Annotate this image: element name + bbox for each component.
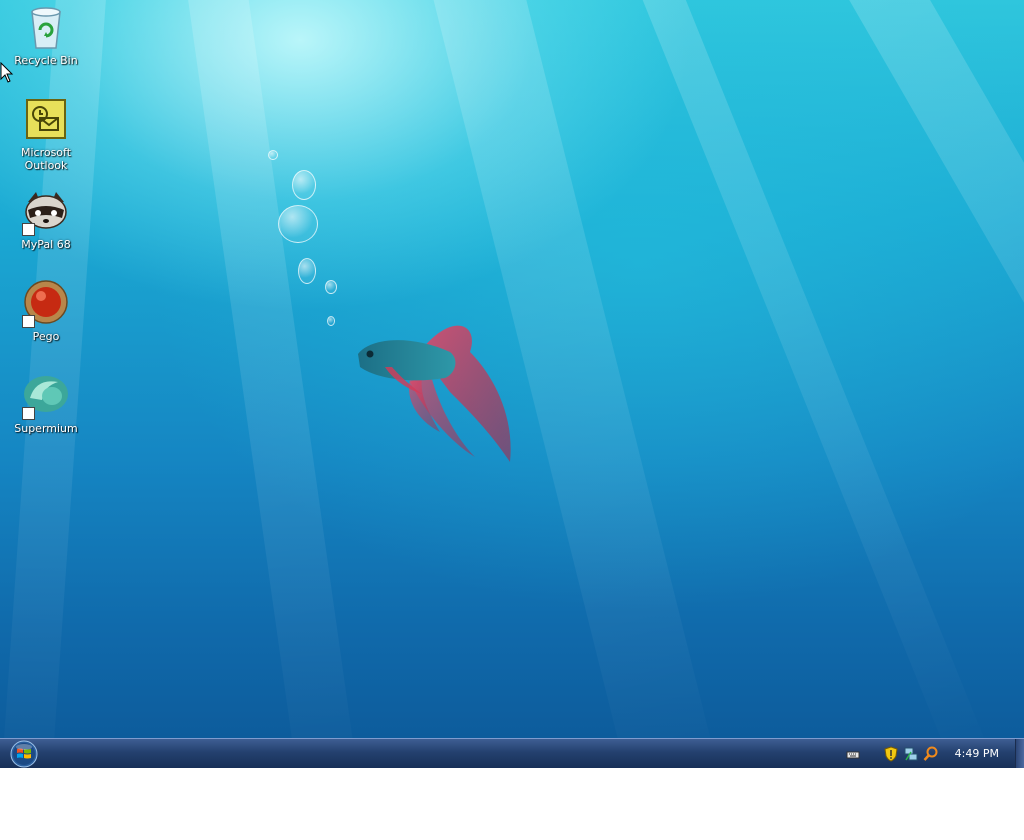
desktop-icon-pego[interactable]: Pego [8,280,84,343]
taskbar: 4:49 PM [0,738,1024,768]
desktop[interactable]: Recycle Bin Microsoft Outlook MyPal 68 P… [0,0,1024,840]
supermium-icon [22,372,70,420]
desktop-icon-mypal[interactable]: MyPal 68 [8,188,84,251]
mypal-icon [22,188,70,236]
keyboard-icon[interactable] [845,746,861,762]
icon-label: Microsoft Outlook [20,146,72,172]
recycle-bin-icon [22,4,70,52]
bubble [292,170,316,200]
start-button[interactable] [9,740,39,768]
desktop-icon-recycle-bin[interactable]: Recycle Bin [8,4,84,67]
shortcut-arrow-icon [22,315,35,328]
icon-label: MyPal 68 [21,238,71,251]
bubble [278,205,318,243]
desktop-icon-microsoft-outlook[interactable]: Microsoft Outlook [8,96,84,172]
bubble [268,150,278,160]
shortcut-arrow-icon [22,407,35,420]
pego-icon [22,280,70,328]
security-shield-icon[interactable] [883,745,899,762]
desktop-icon-supermium[interactable]: Supermium [8,372,84,435]
betta-fish-wallpaper [358,325,511,462]
search-icon[interactable] [923,746,939,762]
bubble [298,258,316,284]
outlook-icon [22,96,70,144]
system-tray: 4:49 PM [845,739,1024,768]
icon-label: Pego [32,330,60,343]
bubble [325,280,337,294]
light-ray [824,0,1024,737]
windows-logo-icon [10,740,38,768]
light-ray [180,0,365,836]
bubble [327,316,335,326]
mouse-cursor-icon [0,62,14,83]
show-desktop-button[interactable] [1015,739,1024,768]
icon-label: Recycle Bin [14,54,78,67]
taskbar-clock[interactable]: 4:49 PM [955,747,999,760]
icon-label: Supermium [14,422,78,435]
shortcut-arrow-icon [22,223,35,236]
light-ray [621,0,996,782]
network-icon[interactable] [903,746,919,762]
